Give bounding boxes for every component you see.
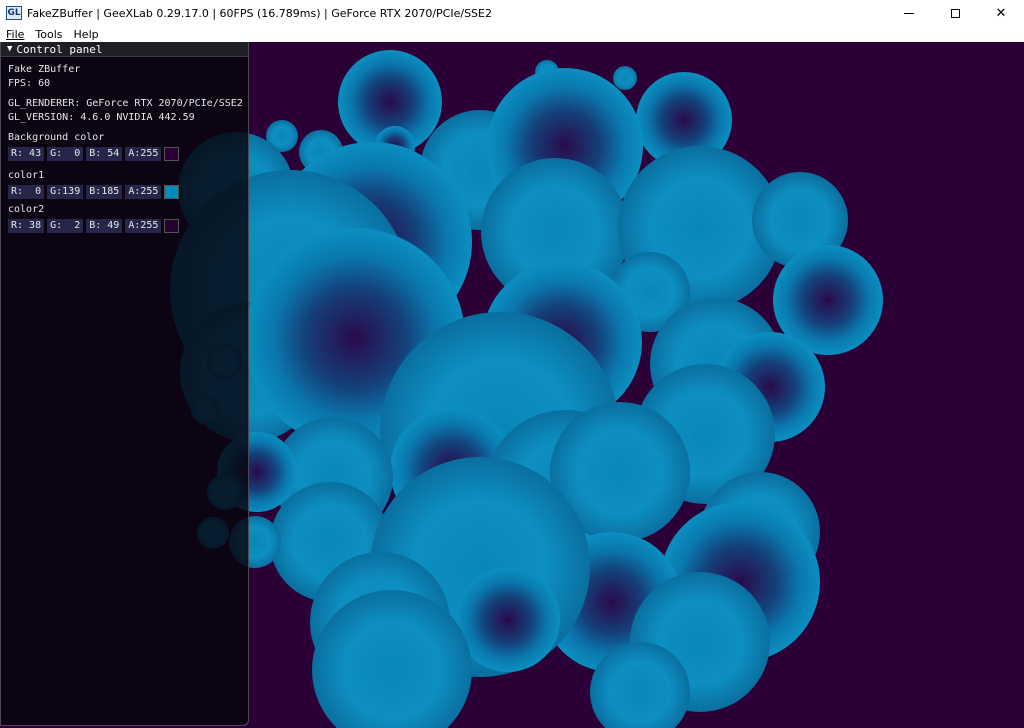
control-panel-title: Control panel: [16, 42, 103, 56]
minimize-icon: [904, 12, 914, 14]
color1-b-field[interactable]: B:185: [86, 185, 123, 199]
menu-help[interactable]: Help: [68, 28, 104, 41]
collapse-triangle-icon[interactable]: ▼: [7, 44, 12, 54]
menu-bar: File Tools Help: [0, 26, 1024, 42]
close-button[interactable]: ✕: [978, 0, 1024, 26]
sphere: [456, 568, 560, 672]
app-icon: GL: [6, 6, 22, 20]
color2-label: color2: [8, 204, 45, 215]
maximize-icon: [950, 8, 960, 18]
gl-renderer: GL_RENDERER: GeForce RTX 2070/PCIe/SSE2: [8, 98, 243, 109]
menu-file[interactable]: File: [0, 28, 29, 41]
sphere: [613, 66, 637, 90]
bg-g-field[interactable]: G: 0: [47, 147, 84, 161]
bg-a-field[interactable]: A:255: [125, 147, 162, 161]
background-color-editor: R: 43 G: 0 B: 54 A:255: [8, 147, 248, 161]
control-panel-header[interactable]: ▼ Control panel: [1, 42, 248, 57]
color2-b-field[interactable]: B: 49: [86, 219, 123, 233]
color1-a-field[interactable]: A:255: [125, 185, 162, 199]
window-title: FakeZBuffer | GeeXLab 0.29.17.0 | 60FPS …: [27, 6, 492, 20]
color2-g-field[interactable]: G: 2: [47, 219, 84, 233]
title-bar: GL FakeZBuffer | GeeXLab 0.29.17.0 | 60F…: [0, 0, 1024, 26]
color1-label: color1: [8, 170, 45, 181]
demo-name: Fake ZBuffer: [8, 64, 81, 75]
close-icon: ✕: [995, 5, 1007, 21]
minimize-button[interactable]: [886, 0, 932, 26]
bg-color-swatch[interactable]: [164, 147, 180, 161]
background-color-label: Background color: [8, 132, 105, 143]
fps-readout: FPS: 60: [8, 78, 51, 89]
window-controls: ✕: [886, 0, 1024, 26]
bg-b-field[interactable]: B: 54: [86, 147, 123, 161]
color1-r-field[interactable]: R: 0: [8, 185, 45, 199]
maximize-button[interactable]: [932, 0, 978, 26]
bg-r-field[interactable]: R: 43: [8, 147, 45, 161]
gl-version: GL_VERSION: 4.6.0 NVIDIA 442.59: [8, 112, 195, 123]
control-panel: ▼ Control panel Fake ZBuffer FPS: 60 GL_…: [0, 42, 249, 726]
color2-r-field[interactable]: R: 38: [8, 219, 45, 233]
color1-g-field[interactable]: G:139: [47, 185, 84, 199]
menu-tools[interactable]: Tools: [29, 28, 67, 41]
color1-swatch[interactable]: [164, 185, 180, 199]
color2-a-field[interactable]: A:255: [125, 219, 162, 233]
color1-editor: R: 0 G:139 B:185 A:255: [8, 185, 248, 199]
sphere-group: [170, 50, 883, 728]
color2-swatch[interactable]: [164, 219, 180, 233]
color2-editor: R: 38 G: 2 B: 49 A:255: [8, 219, 248, 233]
